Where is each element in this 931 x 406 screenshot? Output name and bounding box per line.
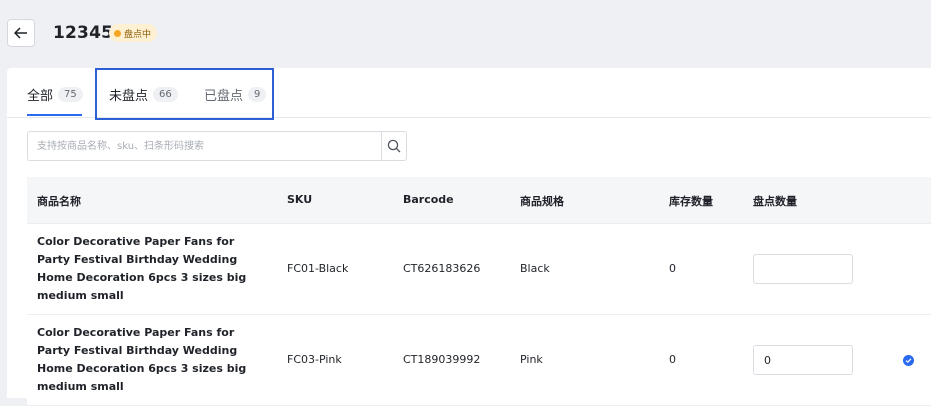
column-header-count: 盘点数量 xyxy=(753,195,797,208)
arrow-left-icon xyxy=(14,27,27,39)
status-dot-icon xyxy=(114,29,121,37)
table-row: Color Decorative Paper Fans for Party Fe… xyxy=(27,315,931,406)
search-button[interactable] xyxy=(381,131,407,161)
stock-cell: 0 xyxy=(669,262,676,275)
tab-all[interactable]: 全部 75 xyxy=(27,84,83,104)
sku-cell: FC01-Black xyxy=(287,262,349,275)
count-input[interactable] xyxy=(753,345,853,375)
column-header-barcode: Barcode xyxy=(403,193,454,206)
table-row: Color Decorative Paper Fans for Party Fe… xyxy=(27,224,931,315)
highlight-box xyxy=(95,68,274,120)
table-header: 商品名称 SKU Barcode 商品规格 库存数量 盘点数量 xyxy=(27,177,931,224)
main-card: 全部 75 未盘点 66 已盘点 9 商品名称 SKU Barcode 商品规格 xyxy=(7,68,931,406)
barcode-cell: CT626183626 xyxy=(403,262,481,275)
product-name: Color Decorative Paper Fans for Party Fe… xyxy=(37,326,247,393)
column-header-stock: 库存数量 xyxy=(669,195,713,208)
spec-cell: Black xyxy=(520,262,550,275)
status-label: 盘点中 xyxy=(124,29,152,40)
back-button[interactable] xyxy=(7,19,35,47)
tab-bar: 全部 75 未盘点 66 已盘点 9 xyxy=(7,68,931,120)
search-bar xyxy=(27,131,407,161)
tab-label: 全部 xyxy=(27,88,54,104)
tab-count-badge: 75 xyxy=(58,86,83,102)
spec-cell: Pink xyxy=(520,353,543,366)
active-tab-indicator xyxy=(27,114,82,116)
column-header-name: 商品名称 xyxy=(37,195,81,208)
check-circle-icon xyxy=(903,355,914,366)
search-input[interactable] xyxy=(27,131,381,161)
barcode-cell: CT189039992 xyxy=(403,353,481,366)
inventory-table: 商品名称 SKU Barcode 商品规格 库存数量 盘点数量 Color De… xyxy=(27,177,931,406)
stock-cell: 0 xyxy=(669,353,676,366)
page-title: 12345 xyxy=(53,23,114,43)
status-badge: 盘点中 xyxy=(109,24,158,42)
column-header-sku: SKU xyxy=(287,193,313,206)
search-icon xyxy=(387,139,401,153)
page-header: 12345 盘点中 xyxy=(0,0,931,68)
sku-cell: FC03-Pink xyxy=(287,353,342,366)
count-input[interactable] xyxy=(753,254,853,284)
column-header-spec: 商品规格 xyxy=(520,195,564,208)
product-name: Color Decorative Paper Fans for Party Fe… xyxy=(37,235,247,302)
